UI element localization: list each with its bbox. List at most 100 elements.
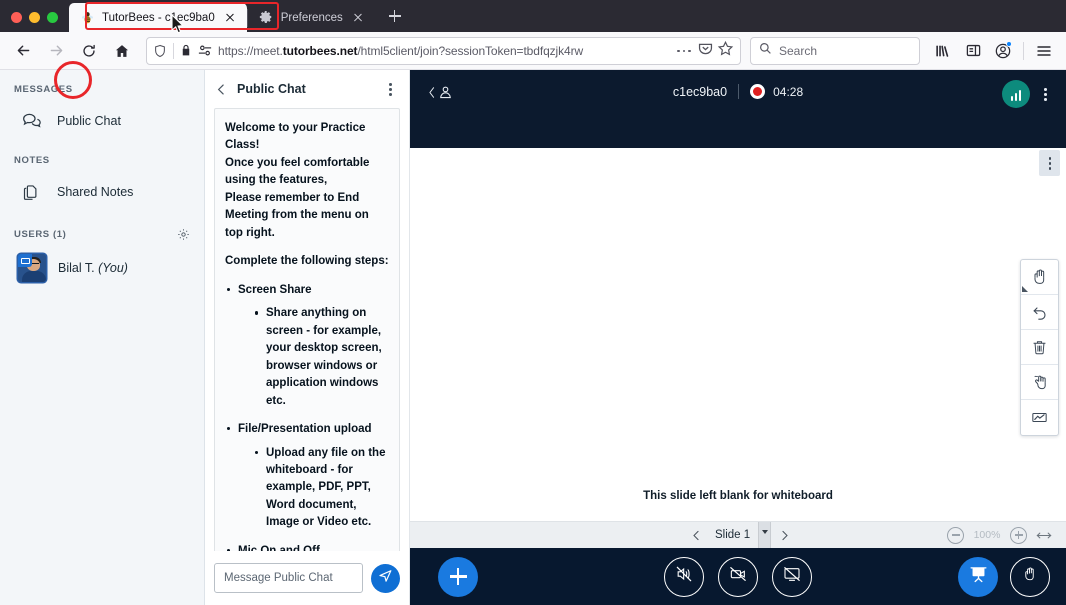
camera-button[interactable] — [718, 557, 758, 597]
bee-favicon — [80, 10, 95, 25]
chat-input-row: Message Public Chat — [205, 551, 409, 605]
chat-message-input[interactable]: Message Public Chat — [214, 563, 363, 593]
record-dot-icon — [750, 84, 765, 99]
close-window-button[interactable] — [11, 12, 22, 23]
meeting-title-group: c1ec9ba0 04:28 — [410, 84, 1066, 99]
delete-tool[interactable] — [1021, 330, 1058, 365]
meeting-options-button[interactable] — [1036, 83, 1054, 105]
sidebar-item-public-chat[interactable]: Public Chat — [4, 101, 200, 141]
zoom-value: 100% — [973, 529, 1001, 541]
recording-indicator[interactable]: 04:28 — [750, 84, 803, 99]
chat-options-button[interactable] — [381, 78, 399, 100]
public-chat-panel: Public Chat Welcome to your Practice Cla… — [205, 70, 410, 605]
meeting-title: c1ec9ba0 — [673, 85, 727, 99]
chat-panel-header: Public Chat — [205, 70, 409, 108]
shield-icon[interactable] — [153, 44, 167, 58]
list-item: File/Presentation upload Upload any file… — [225, 421, 389, 532]
hand-icon — [1021, 565, 1039, 588]
account-notification-badge — [1006, 41, 1012, 47]
caret-down-icon — [762, 530, 768, 534]
minimize-window-button[interactable] — [29, 12, 40, 23]
permissions-icon[interactable] — [198, 44, 212, 57]
presentation-controls-group — [958, 557, 1050, 597]
speaker-muted-icon — [674, 564, 694, 589]
tool-corner-indicator — [1022, 286, 1028, 292]
pan-hand-tool[interactable] — [1021, 260, 1058, 295]
undo-tool[interactable] — [1021, 295, 1058, 330]
browser-tab-tutorbees[interactable]: TutorBees - c1ec9ba0 — [69, 3, 247, 32]
tab-strip: TutorBees - c1ec9ba0 Preferences — [0, 0, 1066, 32]
back-button[interactable] — [8, 36, 38, 66]
library-icon[interactable] — [929, 37, 957, 65]
browser-tab-preferences[interactable]: Preferences — [248, 3, 375, 32]
meeting-action-bar — [410, 548, 1066, 605]
forward-button[interactable] — [41, 36, 71, 66]
home-button[interactable] — [107, 36, 137, 66]
sidebar-item-shared-notes[interactable]: Shared Notes — [4, 172, 200, 212]
search-icon — [759, 42, 772, 60]
presenter-badge-icon — [18, 254, 32, 267]
section-users-label: USERS (1) — [0, 228, 204, 241]
presentation-button[interactable] — [958, 557, 998, 597]
url-text: https://meet.tutorbees.net/html5client/j… — [218, 44, 668, 58]
welcome-line-1: Welcome to your Practice Class! — [225, 120, 389, 155]
maximize-window-button[interactable] — [47, 12, 58, 23]
browser-window: TutorBees - c1ec9ba0 Preferences — [0, 0, 1066, 605]
line-tool[interactable] — [1021, 400, 1058, 435]
raise-hand-button[interactable] — [1010, 557, 1050, 597]
previous-slide-button[interactable] — [685, 524, 707, 546]
account-icon[interactable] — [989, 37, 1017, 65]
bookmark-star-icon[interactable] — [717, 40, 734, 62]
whiteboard-options-button[interactable] — [1039, 150, 1060, 176]
next-slide-button[interactable] — [773, 524, 795, 546]
send-message-button[interactable] — [371, 564, 400, 593]
new-tab-button[interactable] — [381, 2, 409, 30]
send-icon — [378, 568, 393, 588]
meeting-top-bar: c1ec9ba0 04:28 — [410, 70, 1066, 148]
slide-select-dropdown[interactable] — [758, 522, 771, 549]
chat-input-placeholder: Message Public Chat — [224, 572, 333, 584]
zoom-controls: 100% — [947, 527, 1066, 544]
minus-circle-icon[interactable] — [947, 527, 964, 544]
search-input[interactable]: Search — [750, 37, 920, 65]
slide-navigation-bar: Slide 1 100% — [410, 521, 1066, 548]
fit-width-icon[interactable] — [1036, 530, 1052, 541]
sidebar-icon[interactable] — [959, 37, 987, 65]
close-tab-button[interactable] — [222, 9, 239, 26]
plus-circle-icon[interactable] — [1010, 527, 1027, 544]
chat-panel-title: Public Chat — [237, 82, 306, 96]
mute-audio-button[interactable] — [664, 557, 704, 597]
pointer-hand-tool[interactable] — [1021, 365, 1058, 400]
pocket-icon[interactable] — [697, 40, 714, 62]
screenshare-button[interactable] — [772, 557, 812, 597]
sidebar-item-label: Shared Notes — [57, 185, 133, 199]
chat-bubble-icon — [18, 108, 44, 134]
url-bar[interactable]: https://meet.tutorbees.net/html5client/j… — [146, 37, 741, 65]
reload-button[interactable] — [74, 36, 104, 66]
toolbar-divider — [1023, 42, 1024, 60]
navigation-toolbar: https://meet.tutorbees.net/html5client/j… — [0, 32, 1066, 70]
connection-bars-icon[interactable] — [1002, 80, 1030, 108]
slide-controls: Slide 1 — [685, 522, 795, 549]
search-placeholder: Search — [779, 44, 817, 58]
chevron-left-icon[interactable] — [215, 83, 228, 96]
whiteboard-caption: This slide left blank for whiteboard — [410, 490, 1066, 502]
whiteboard-area[interactable]: This slide left blank for whiteboard Sli… — [410, 148, 1066, 548]
page-actions-icon[interactable] — [674, 41, 694, 61]
chat-message-list[interactable]: Welcome to your Practice Class! Once you… — [205, 108, 409, 551]
lock-icon[interactable] — [180, 44, 192, 57]
user-list-item[interactable]: Bilal T. (You) — [4, 247, 200, 289]
list-item: Share anything on screen - for example, … — [253, 305, 389, 410]
slide-label: Slide 1 — [709, 529, 756, 541]
window-controls — [0, 12, 69, 32]
gear-icon[interactable] — [177, 228, 190, 241]
close-tab-button[interactable] — [350, 9, 367, 26]
steps-heading: Complete the following steps: — [225, 253, 389, 270]
app-menu-icon[interactable] — [1030, 37, 1058, 65]
section-notes-label: NOTES — [0, 155, 204, 166]
steps-list: Screen Share Share anything on screen - … — [225, 282, 389, 551]
list-item: Upload any file on the whiteboard - for … — [253, 445, 389, 532]
meeting-top-actions — [1002, 80, 1054, 108]
meeting-main: c1ec9ba0 04:28 — [410, 70, 1066, 605]
page-content: MESSAGES Public Chat NOTES — [0, 70, 1066, 605]
